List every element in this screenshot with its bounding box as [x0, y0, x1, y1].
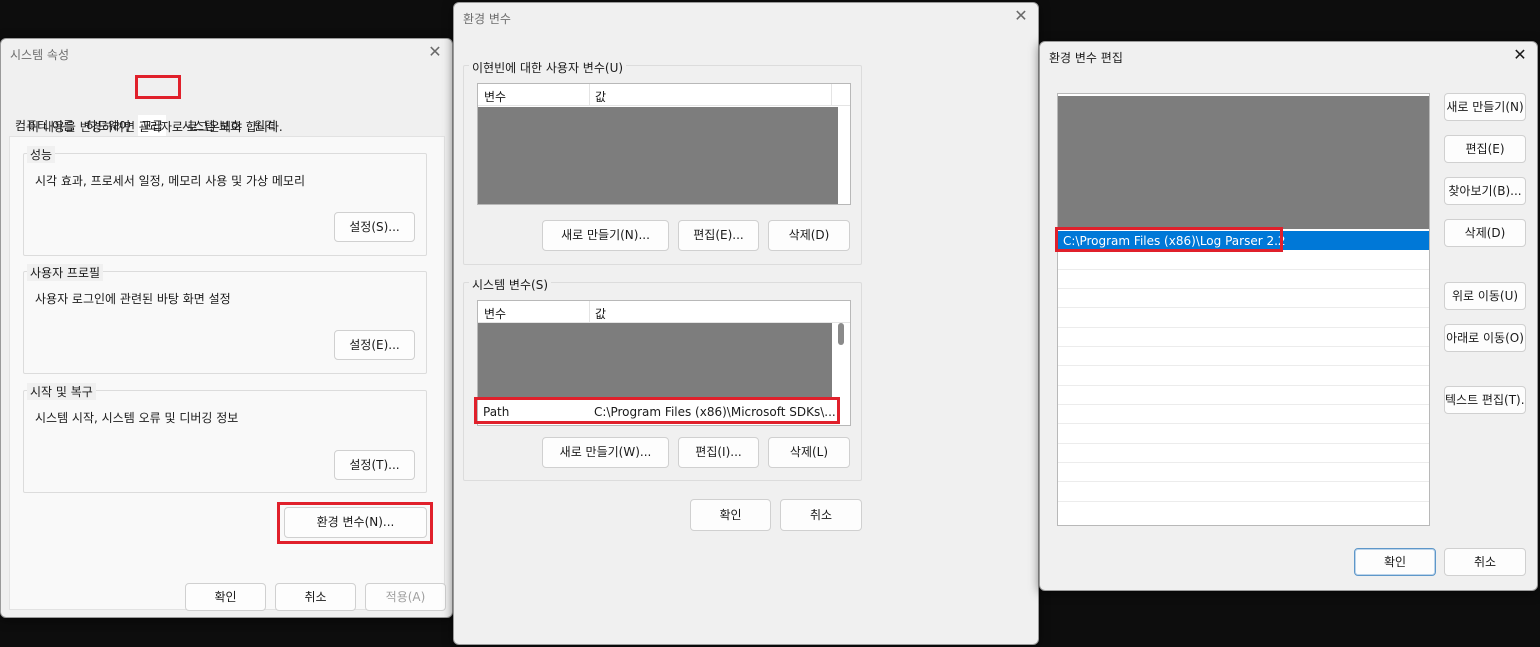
ok-button[interactable]: 확인	[185, 583, 266, 611]
window-title: 환경 변수 편집	[1049, 51, 1123, 65]
scrollbar-thumb[interactable]	[838, 323, 844, 345]
list-row-divider	[1058, 346, 1429, 347]
list-header: 변수 값	[478, 84, 850, 106]
list-row-divider	[1058, 404, 1429, 405]
value-column-header[interactable]: 값	[595, 88, 606, 105]
cancel-button[interactable]: 취소	[780, 499, 862, 531]
list-row-divider	[1058, 269, 1429, 270]
user-delete-button[interactable]: 삭제(D)	[768, 220, 850, 251]
performance-description: 시각 효과, 프로세서 일정, 메모리 사용 및 가상 메모리	[35, 174, 305, 188]
user-profile-settings-button[interactable]: 설정(E)...	[334, 330, 415, 360]
apply-button[interactable]: 적용(A)	[365, 583, 446, 611]
highlight-advanced-tab	[135, 75, 181, 99]
cancel-button[interactable]: 취소	[1444, 548, 1526, 576]
system-delete-button[interactable]: 삭제(L)	[768, 437, 850, 468]
system-edit-button[interactable]: 편집(I)...	[678, 437, 759, 468]
system-variables-list[interactable]: 변수 값 Path C:\Program Files (x86)\Microso…	[477, 300, 851, 426]
path-entries-list[interactable]: C:\Program Files (x86)\Log Parser 2.2	[1057, 93, 1430, 526]
user-variables-label: 이현빈에 대한 사용자 변수(U)	[469, 59, 627, 76]
system-variables-label: 시스템 변수(S)	[469, 276, 551, 293]
system-new-button[interactable]: 새로 만들기(W)...	[542, 437, 669, 468]
list-row-divider	[1058, 307, 1429, 308]
performance-settings-button[interactable]: 설정(S)...	[334, 212, 415, 242]
column-separator[interactable]	[589, 84, 590, 106]
startup-recovery-label: 시작 및 복구	[27, 383, 96, 400]
user-edit-button[interactable]: 편집(E)...	[678, 220, 759, 251]
edit-entry-button[interactable]: 편집(E)	[1444, 135, 1526, 163]
browse-button[interactable]: 찾아보기(B)...	[1444, 177, 1526, 205]
ok-button[interactable]: 확인	[1354, 548, 1436, 576]
cancel-button[interactable]: 취소	[275, 583, 356, 611]
user-new-button[interactable]: 새로 만들기(N)...	[542, 220, 669, 251]
column-separator[interactable]	[831, 84, 832, 106]
title-bar[interactable]: 시스템 속성 ✕	[1, 39, 452, 67]
title-bar[interactable]: 환경 변수 편집 ✕	[1040, 42, 1537, 70]
close-icon[interactable]: ✕	[1511, 46, 1529, 64]
performance-label: 성능	[27, 146, 56, 163]
value-column-header[interactable]: 값	[595, 305, 606, 322]
admin-notice: 이 내용을 변경하려면 관리자로 로그온해야 합니다.	[28, 120, 283, 134]
move-down-button[interactable]: 아래로 이동(O)	[1444, 324, 1526, 352]
close-icon[interactable]: ✕	[426, 43, 444, 61]
path-variable-value[interactable]: C:\Program Files (x86)\Microsoft SDKs\..…	[594, 405, 836, 419]
column-separator[interactable]	[589, 301, 590, 323]
selected-path-text: C:\Program Files (x86)\Log Parser 2.2	[1063, 234, 1286, 248]
environment-variables-button[interactable]: 환경 변수(N)...	[284, 507, 427, 538]
new-entry-button[interactable]: 새로 만들기(N)	[1444, 93, 1526, 121]
close-icon[interactable]: ✕	[1012, 7, 1030, 25]
list-row-divider	[1058, 327, 1429, 328]
window-title: 시스템 속성	[10, 48, 70, 62]
redacted-user-variables	[478, 107, 838, 204]
list-row-divider	[1058, 501, 1429, 502]
startup-recovery-settings-button[interactable]: 설정(T)...	[334, 450, 415, 480]
edit-text-button[interactable]: 텍스트 편집(T)...	[1444, 386, 1526, 414]
user-profile-label: 사용자 프로필	[27, 264, 104, 281]
list-row-divider	[1058, 423, 1429, 424]
list-row-divider	[1058, 365, 1429, 366]
variable-column-header[interactable]: 변수	[484, 88, 506, 105]
redacted-system-variables	[478, 323, 832, 399]
list-row-divider	[1058, 288, 1429, 289]
user-variables-list[interactable]: 변수 값	[477, 83, 851, 205]
redacted-path-entries	[1058, 96, 1429, 229]
title-bar[interactable]: 환경 변수 ✕	[454, 3, 1038, 31]
list-row-divider	[1058, 481, 1429, 482]
move-up-button[interactable]: 위로 이동(U)	[1444, 282, 1526, 310]
list-row-divider	[1058, 443, 1429, 444]
variable-column-header[interactable]: 변수	[484, 305, 506, 322]
user-profile-description: 사용자 로그인에 관련된 바탕 화면 설정	[35, 292, 231, 306]
list-header: 변수 값	[478, 301, 850, 323]
delete-entry-button[interactable]: 삭제(D)	[1444, 219, 1526, 247]
system-properties-window: 시스템 속성 ✕ 컴퓨터 이름 하드웨어 고급 시스템 보호 원격 이 내용을 …	[0, 38, 453, 618]
list-row-divider	[1058, 385, 1429, 386]
edit-environment-variable-window: 환경 변수 편집 ✕ C:\Program Files (x86)\Log Pa…	[1039, 41, 1538, 591]
selected-path-entry[interactable]: C:\Program Files (x86)\Log Parser 2.2	[1058, 231, 1429, 250]
startup-recovery-description: 시스템 시작, 시스템 오류 및 디버깅 정보	[35, 411, 239, 425]
path-variable-name[interactable]: Path	[483, 405, 509, 419]
list-row-divider	[1058, 462, 1429, 463]
window-title: 환경 변수	[463, 12, 511, 26]
ok-button[interactable]: 확인	[690, 499, 771, 531]
environment-variables-window: 환경 변수 ✕ 이현빈에 대한 사용자 변수(U) 변수 값 새로 만들기(N)…	[453, 2, 1039, 645]
